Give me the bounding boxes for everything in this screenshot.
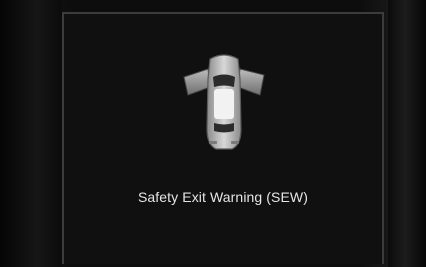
- warning-message: Safety Exit Warning (SEW): [137, 189, 309, 205]
- right-bezel: [388, 0, 426, 267]
- left-bezel: [0, 0, 62, 267]
- cluster-display: Safety Exit Warning (SEW): [0, 0, 426, 267]
- warning-panel: Safety Exit Warning (SEW): [62, 12, 384, 264]
- car-open-doors-icon: [183, 54, 265, 150]
